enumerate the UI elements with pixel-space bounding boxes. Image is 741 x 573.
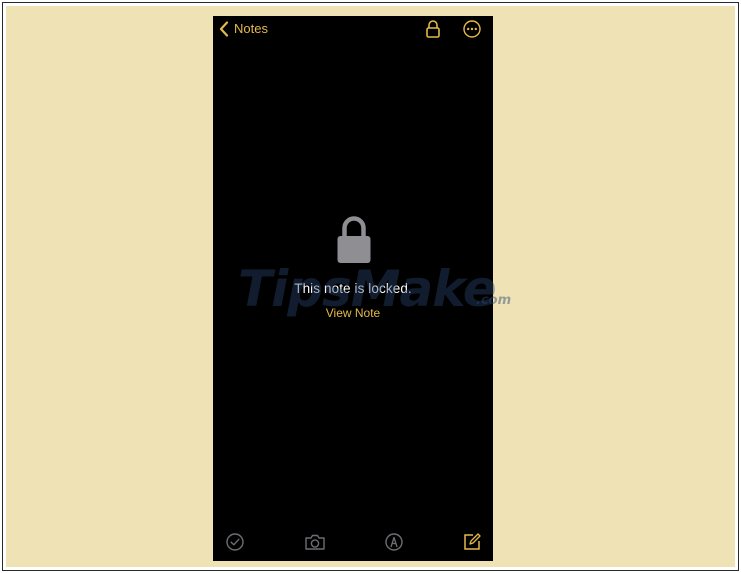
ellipsis-circle-icon [463,20,481,42]
lock-icon [336,215,372,265]
pen-circle-icon [384,532,406,552]
locked-message: This note is locked. [294,281,412,296]
back-button[interactable]: Notes [219,20,268,38]
chevron-left-icon [219,21,229,37]
view-note-button[interactable]: View Note [326,306,380,320]
bottom-toolbar [213,532,493,556]
checklist-button[interactable] [225,532,247,554]
compose-icon [462,532,484,552]
checkmark-circle-icon [225,532,247,552]
phone-screen: Notes This note is locked. View Note [213,16,493,561]
back-button-label: Notes [234,21,268,36]
camera-button[interactable] [304,532,328,554]
markup-button[interactable] [384,532,406,554]
more-options-button[interactable] [463,20,481,38]
view-note-link-row: View Note [213,306,493,320]
lock-icon [425,20,441,43]
compose-button[interactable] [462,532,484,554]
image-frame: Notes This note is locked. View Note Tip… [2,2,739,571]
lock-button[interactable] [425,19,441,39]
page-background: Notes This note is locked. View Note Tip… [6,6,735,567]
camera-icon [304,532,328,552]
navigation-bar: Notes [213,16,493,46]
